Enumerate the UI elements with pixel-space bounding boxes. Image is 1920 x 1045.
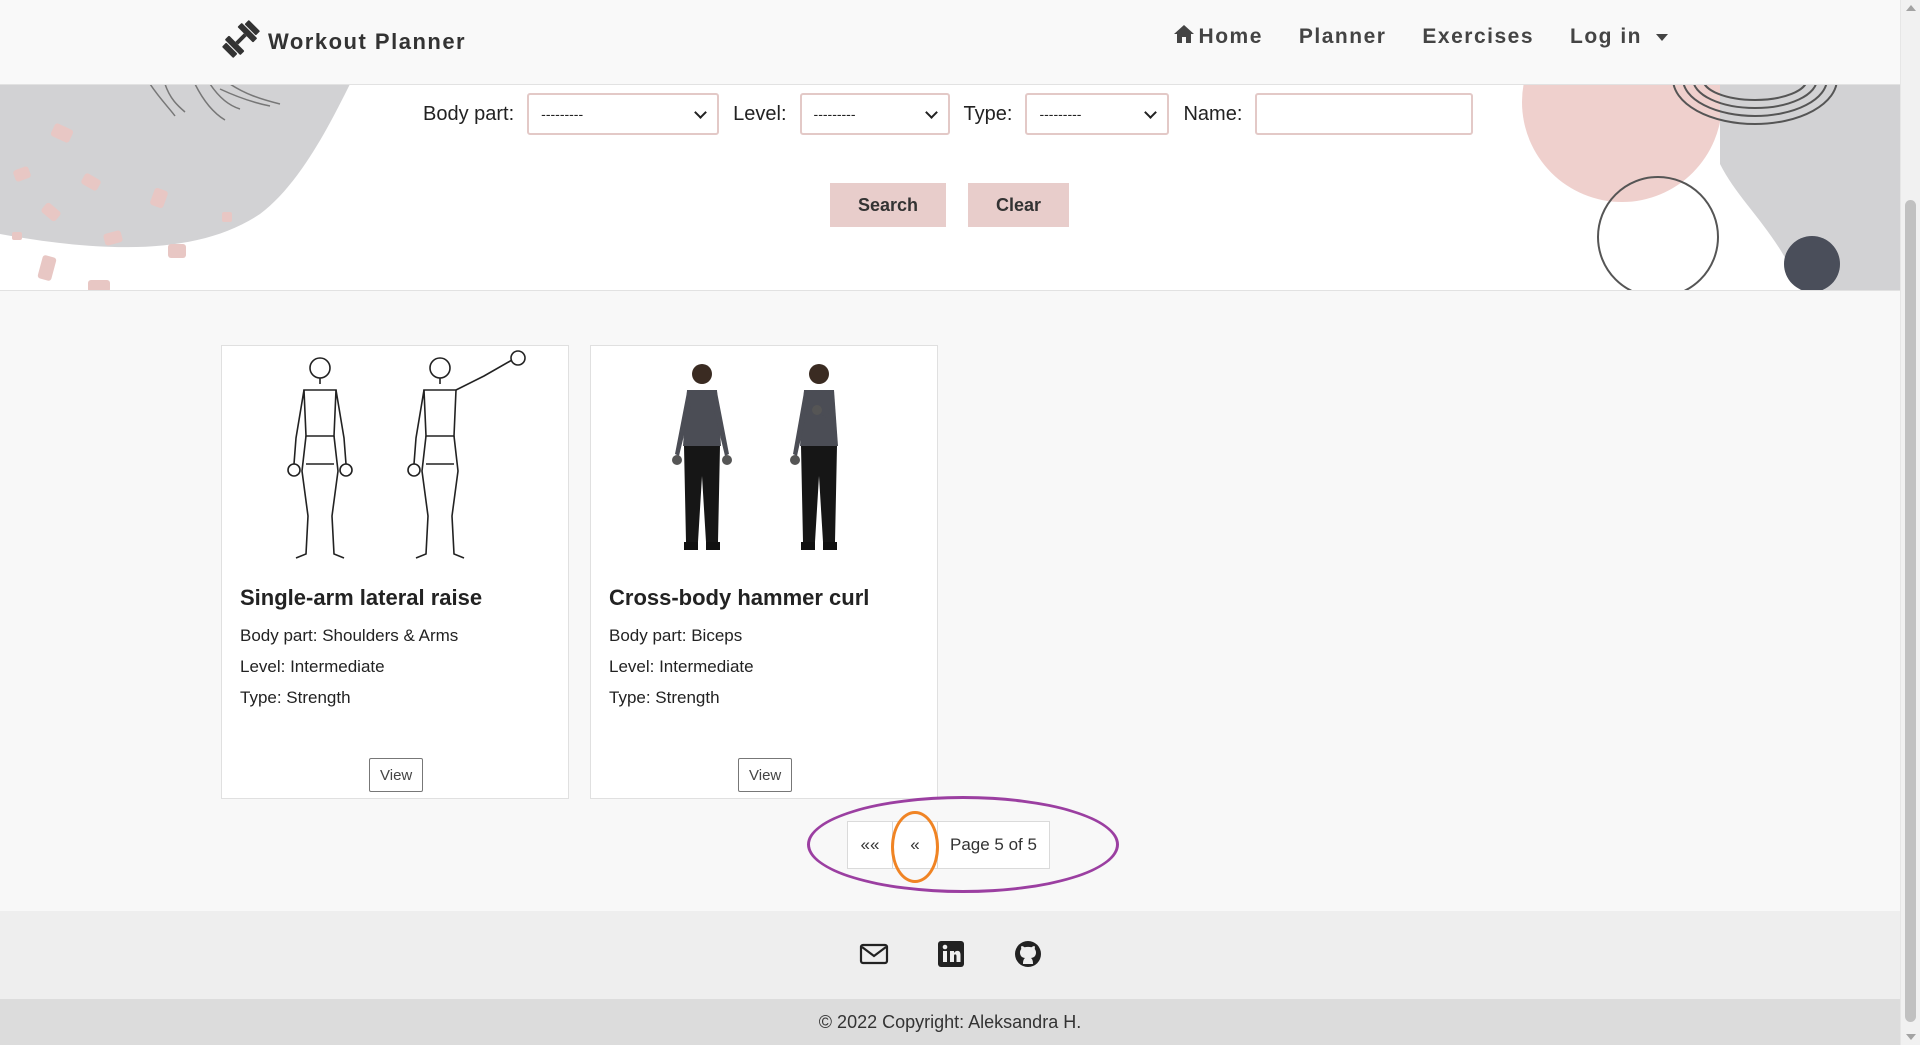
nav-planner[interactable]: Planner [1299,25,1387,49]
exercise-type: Type: Strength [609,688,720,707]
linkedin-icon[interactable] [936,939,966,974]
github-icon[interactable] [1013,939,1043,974]
exercise-body-part: Body part: Biceps [609,626,743,645]
view-button[interactable]: View [369,758,424,792]
exercise-card: Single-arm lateral raise Body part: Shou… [221,345,569,799]
scroll-down-icon[interactable] [1906,1034,1916,1040]
exercise-list: Single-arm lateral raise Body part: Shou… [0,291,1900,911]
type-select[interactable]: --------- [1025,93,1170,135]
page: Workout Planner Home Planner Exercises L… [0,0,1900,1045]
envelope-icon[interactable] [859,939,889,974]
exercise-image [672,364,838,550]
type-select-value: --------- [1039,106,1082,122]
scrollbar-thumb[interactable] [1905,200,1916,1022]
exercise-type: Type: Strength [240,688,351,707]
body-part-select[interactable]: --------- [527,93,720,135]
nav-home-label: Home [1198,25,1263,48]
first-page-link[interactable]: «« [848,822,893,868]
scroll-up-icon[interactable] [1906,5,1916,11]
exercise-title: Single-arm lateral raise [240,585,483,610]
name-input[interactable] [1255,93,1474,135]
chevron-down-icon [1144,105,1158,119]
page-status: Page 5 of 5 [950,835,1037,854]
chevron-down-icon [694,105,708,119]
nav-links: Home Planner Exercises Log in [1173,24,1668,50]
body-part-label: Body part: [423,102,515,125]
exercise-title: Cross-body hammer curl [609,585,870,610]
type-label: Type: [963,102,1013,125]
nav-login-label: Log in [1570,25,1642,48]
view-button[interactable]: View [738,758,793,792]
exercise-level: Level: Intermediate [240,657,385,676]
footer [0,911,1900,999]
level-select-value: --------- [813,106,856,122]
filter-section: Body part: --------- Level: --------- Ty… [0,84,1900,291]
nav-login-dropdown[interactable]: Log in [1570,25,1668,49]
brand-name: Workout Planner [268,28,467,54]
exercise-card: Cross-body hammer curl Body part: Biceps… [590,345,938,799]
clear-button[interactable]: Clear [968,183,1069,227]
exercise-body-part: Body part: Shoulders & Arms [240,626,459,645]
home-icon [1173,24,1195,50]
caret-down-icon [1656,33,1668,41]
nav-exercises[interactable]: Exercises [1422,25,1534,49]
level-label: Level: [733,102,787,125]
navbar: Workout Planner Home Planner Exercises L… [0,0,1900,85]
filter-form: Body part: --------- Level: --------- Ty… [423,93,1474,135]
brand[interactable]: Workout Planner [220,18,466,65]
pagination: «« « Page 5 of 5 [847,821,1050,869]
name-label: Name: [1183,102,1243,125]
dumbbell-icon [220,18,262,65]
level-select[interactable]: --------- [799,93,950,135]
exercise-level: Level: Intermediate [609,657,754,676]
exercise-image [287,350,526,559]
copyright-text: © 2022 Copyright: Aleksandra H. [0,999,1900,1045]
scrollbar[interactable] [1900,0,1920,1045]
previous-page-link[interactable]: « [893,822,938,868]
chevron-down-icon [924,105,938,119]
nav-home[interactable]: Home [1173,24,1263,50]
body-part-select-value: --------- [541,106,584,122]
search-button[interactable]: Search [830,183,946,227]
